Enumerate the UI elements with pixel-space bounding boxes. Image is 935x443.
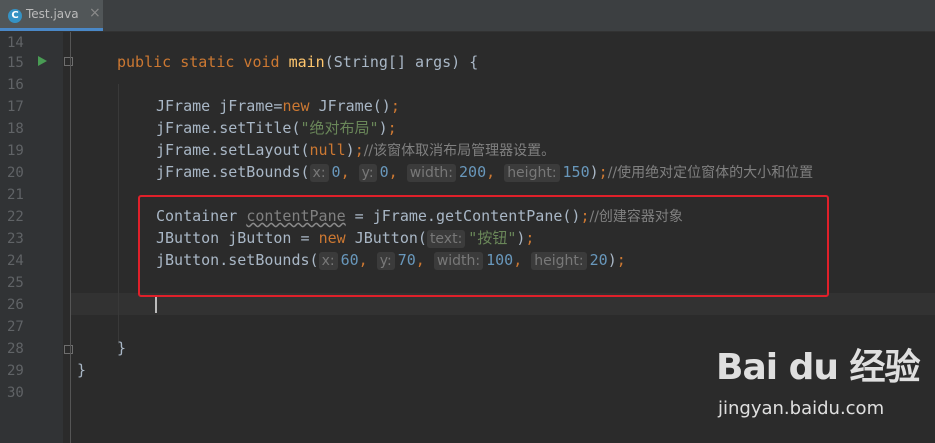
number-literal: 0: [379, 163, 389, 181]
tab-label: Test.java: [26, 7, 79, 21]
code-text: jFrame.setLayout(: [156, 141, 310, 159]
line-number: 25: [7, 275, 24, 291]
close-icon[interactable]: ×: [89, 5, 101, 21]
semicolon: ;: [390, 97, 400, 115]
code-line-18: jFrame.setTitle("绝对布局");: [156, 117, 397, 139]
fold-icon[interactable]: [64, 57, 73, 66]
semicolon: ;: [354, 141, 364, 159]
code-text: JFrame jFrame=: [156, 97, 283, 115]
tab-test-java[interactable]: C Test.java ×: [0, 0, 103, 31]
editor-tab-bar: C Test.java ×: [0, 0, 935, 32]
semicolon: ;: [598, 163, 608, 181]
code-text: }: [77, 361, 87, 379]
code-text: ): [589, 163, 599, 181]
line-number: 16: [7, 77, 24, 93]
code-line-28: }: [117, 337, 126, 359]
watermark-logo: Bai du 经验: [716, 347, 921, 388]
line-number: 27: [7, 319, 24, 335]
java-class-icon: C: [8, 9, 22, 23]
line-number: 19: [7, 143, 24, 159]
code-line-20: jFrame.setBounds(x: 0, y: 0, width: 200, he…: [156, 163, 814, 182]
fold-icon[interactable]: [64, 345, 73, 354]
comment: //该窗体取消布局管理器设置。: [363, 143, 556, 159]
param-hint: x:: [309, 164, 329, 182]
code-line-29: }: [77, 359, 86, 381]
line-number: 15: [7, 55, 24, 71]
line-number: 30: [7, 385, 24, 401]
highlight-annotation-box: [138, 195, 829, 297]
keyword: public static void: [117, 53, 289, 71]
method-name: main: [288, 53, 325, 71]
string-literal: "绝对布局": [300, 119, 379, 137]
number-literal: 200: [459, 163, 487, 181]
line-number: 14: [7, 35, 24, 51]
param-hint: y:: [358, 164, 377, 182]
code-line-19: jFrame.setLayout(null);//该窗体取消布局管理器设置。: [156, 139, 555, 162]
code-text: ): [378, 119, 388, 137]
watermark-url: jingyan.baidu.com: [718, 398, 885, 419]
line-number: 20: [7, 165, 24, 181]
line-number-gutter: 14 15 16 17 18 19 20 21 22 23 24 25 26 2…: [0, 32, 63, 443]
code-line-17: JFrame jFrame=new JFrame();: [156, 95, 400, 117]
line-number: 29: [7, 363, 24, 379]
line-number: 22: [7, 209, 24, 225]
code-line-15: public static void main(String[] args) {: [117, 51, 478, 73]
gutter-separator: [70, 32, 71, 443]
code-text: ): [345, 141, 355, 159]
code-text: }: [117, 339, 127, 357]
code-text: (String[] args) {: [324, 53, 479, 71]
line-number: 23: [7, 231, 24, 247]
run-icon[interactable]: [38, 56, 47, 66]
number-literal: 0: [331, 163, 341, 181]
semicolon: ;: [387, 119, 397, 137]
line-number: 26: [7, 297, 24, 313]
line-number: 18: [7, 121, 24, 137]
text-caret: [155, 296, 157, 313]
param-hint: height:: [504, 164, 560, 182]
code-text: JFrame(): [318, 97, 391, 115]
indent-guide: [118, 84, 119, 344]
line-number: 17: [7, 99, 24, 115]
keyword: null: [309, 141, 346, 159]
code-text: jFrame.setTitle(: [156, 119, 301, 137]
line-number: 24: [7, 253, 24, 269]
comment: //使用绝对定位窗体的大小和位置: [607, 165, 814, 181]
line-number: 21: [7, 187, 24, 203]
keyword: new: [282, 97, 319, 115]
number-literal: 150: [562, 163, 590, 181]
param-hint: width:: [406, 164, 457, 182]
code-text: jFrame.setBounds(: [156, 163, 310, 181]
baidu-jingyan-watermark: Bai du 经验 jingyan.baidu.com: [716, 338, 931, 438]
line-number: 28: [7, 341, 24, 357]
